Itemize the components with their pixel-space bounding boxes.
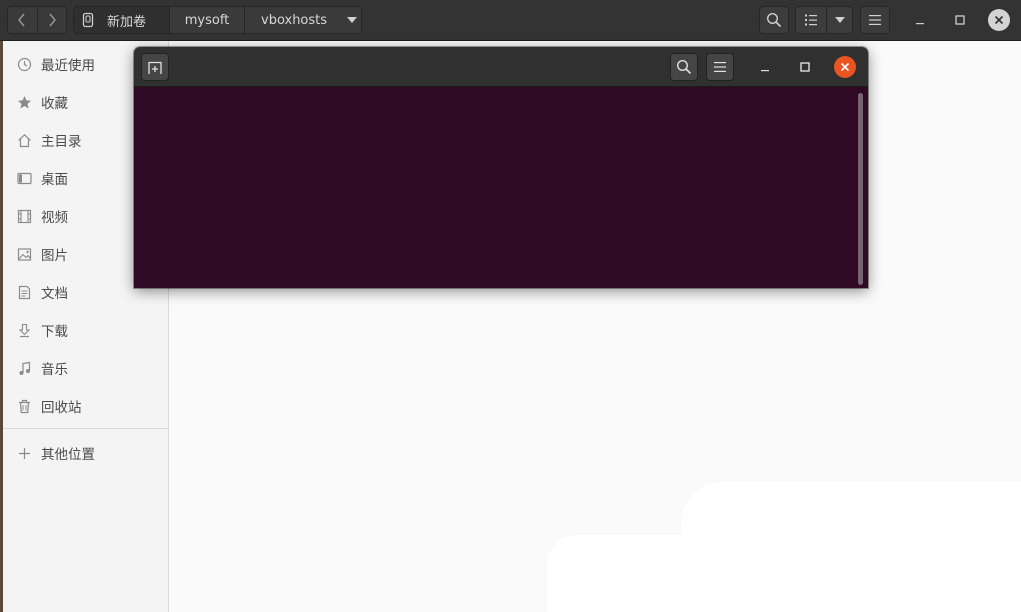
close-icon: [994, 15, 1004, 25]
caret-down-icon: [834, 17, 845, 23]
path-crumb-current-label: vboxhosts: [261, 12, 328, 28]
terminal-output-area[interactable]: [134, 87, 868, 288]
sidebar-item-trash[interactable]: 回收站: [16, 394, 82, 418]
file-manager-headerbar: 新加卷 mysoft vboxhosts: [0, 0, 1021, 41]
sidebar-item-home[interactable]: 主目录: [16, 128, 82, 152]
main-menu-button[interactable]: [860, 6, 890, 34]
star-icon: [16, 94, 32, 110]
sidebar-item-label: 其他位置: [41, 447, 95, 463]
minimize-button[interactable]: [909, 9, 931, 31]
list-view-button[interactable]: [796, 7, 826, 33]
sidebar-item-label: 回收站: [41, 400, 82, 416]
sidebar-item-label: 文档: [41, 286, 68, 302]
new-tab-icon: [148, 61, 162, 74]
sidebar-item-label: 桌面: [41, 172, 68, 188]
sidebar-item-label: 主目录: [41, 134, 82, 150]
video-icon: [16, 208, 32, 224]
path-crumb-root-label: 新加卷: [107, 14, 147, 30]
path-bar: 新加卷 mysoft vboxhosts: [73, 6, 362, 34]
sidebar-item-recent[interactable]: 最近使用: [16, 52, 95, 76]
drive-icon: [82, 12, 94, 28]
empty-area-shape: [547, 535, 747, 612]
maximize-icon: [800, 62, 810, 72]
plus-icon: [16, 445, 32, 461]
image-icon: [16, 246, 32, 262]
path-crumb-root[interactable]: 新加卷: [74, 7, 169, 33]
music-icon: [16, 360, 32, 376]
view-toggle-group: [795, 6, 853, 34]
terminal-menu-button[interactable]: [706, 53, 734, 81]
sidebar-item-videos[interactable]: 视频: [16, 204, 68, 228]
sidebar-item-label: 收藏: [41, 96, 68, 112]
chevron-right-icon: [49, 13, 56, 27]
home-icon: [16, 132, 32, 148]
desktop-icon: [16, 170, 32, 186]
search-icon: [676, 59, 692, 75]
document-icon: [16, 284, 32, 300]
sidebar-separator: [3, 428, 169, 429]
minimize-icon: [916, 23, 924, 25]
path-crumb-current[interactable]: vboxhosts: [244, 7, 361, 33]
close-icon: [840, 62, 850, 72]
sidebar-item-music[interactable]: 音乐: [16, 356, 68, 380]
forward-button[interactable]: [36, 7, 67, 33]
sidebar-item-downloads[interactable]: 下载: [16, 318, 68, 342]
path-crumb-mysoft[interactable]: mysoft: [169, 7, 244, 33]
sidebar-item-documents[interactable]: 文档: [16, 280, 68, 304]
new-tab-button[interactable]: [141, 53, 169, 81]
hamburger-menu-icon: [869, 15, 881, 25]
sidebar-item-label: 下载: [41, 324, 68, 340]
sidebar-item-label: 视频: [41, 210, 68, 226]
terminal-window: [134, 47, 868, 288]
view-options-button[interactable]: [826, 7, 852, 33]
sidebar-item-desktop[interactable]: 桌面: [16, 166, 68, 190]
sidebar-item-label: 音乐: [41, 362, 68, 378]
search-icon: [766, 12, 782, 28]
terminal-scrollbar[interactable]: [858, 93, 863, 285]
chevron-left-icon: [18, 13, 25, 27]
terminal-minimize-button[interactable]: [754, 56, 776, 78]
navigation-buttons: [7, 6, 67, 34]
terminal-maximize-button[interactable]: [794, 56, 816, 78]
sidebar-item-pictures[interactable]: 图片: [16, 242, 68, 266]
maximize-button[interactable]: [949, 9, 971, 31]
sidebar-item-starred[interactable]: 收藏: [16, 90, 68, 114]
terminal-search-button[interactable]: [670, 53, 698, 81]
terminal-headerbar: [134, 47, 868, 87]
download-icon: [16, 322, 32, 338]
list-view-icon: [805, 14, 817, 26]
sidebar-item-label: 最近使用: [41, 58, 95, 74]
hamburger-menu-icon: [714, 62, 726, 72]
terminal-close-button[interactable]: [834, 56, 856, 78]
sidebar-item-other-locations[interactable]: 其他位置: [16, 441, 95, 465]
minimize-icon: [761, 70, 769, 72]
close-button[interactable]: [988, 9, 1010, 31]
sidebar-item-label: 图片: [41, 248, 68, 264]
back-button[interactable]: [8, 7, 37, 33]
search-button[interactable]: [759, 6, 789, 34]
path-crumb-mysoft-label: mysoft: [184, 12, 230, 28]
clock-icon: [16, 56, 32, 72]
caret-down-icon: [347, 17, 358, 23]
maximize-icon: [955, 15, 965, 25]
trash-icon: [16, 398, 32, 414]
